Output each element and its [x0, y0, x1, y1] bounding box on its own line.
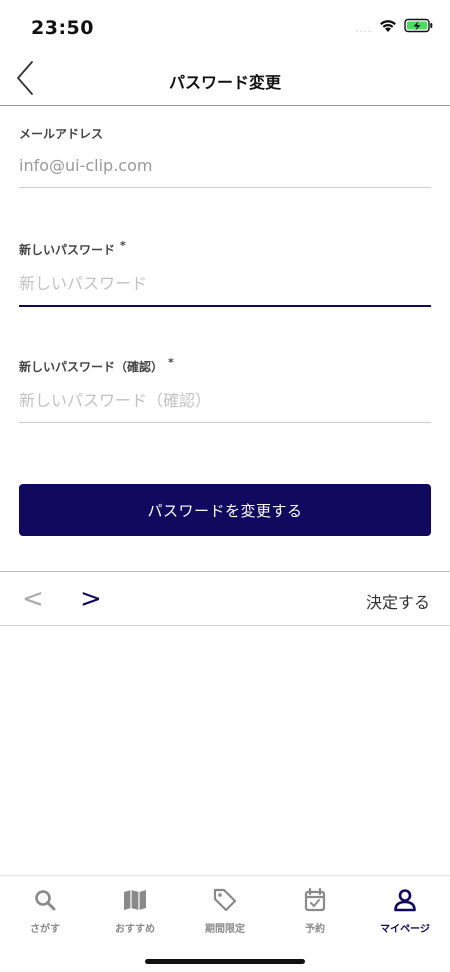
email-label-text: メールアドレス — [19, 127, 104, 141]
required-mark: * — [168, 356, 174, 369]
search-icon — [34, 886, 56, 914]
previous-field-button[interactable]: < — [22, 584, 44, 614]
nav-bar: パスワード変更 — [0, 54, 450, 106]
tab-recommend[interactable]: おすすめ — [90, 886, 180, 942]
status-bar: 23:50 .... — [0, 0, 450, 54]
confirm-password-field-group: 新しいパスワード（確認） * — [19, 356, 431, 423]
tab-limited-label: 期間限定 — [205, 924, 245, 935]
tag-icon — [212, 886, 238, 914]
tab-recommend-label: おすすめ — [115, 924, 155, 935]
email-field-group: メールアドレス — [19, 125, 431, 188]
status-time: 23:50 — [31, 17, 94, 39]
done-button[interactable]: 決定する — [366, 589, 430, 613]
tab-mypage-label: マイページ — [380, 924, 430, 935]
tab-reservation[interactable]: 予約 — [270, 886, 360, 942]
tab-search[interactable]: さがす — [0, 886, 90, 942]
new-password-input[interactable] — [19, 270, 431, 296]
confirm-password-label-text: 新しいパスワード（確認） — [19, 360, 164, 374]
map-icon — [123, 886, 147, 914]
wifi-icon — [378, 18, 398, 37]
tab-reservation-label: 予約 — [305, 924, 325, 935]
email-label: メールアドレス — [19, 125, 431, 142]
change-password-button[interactable]: パスワードを変更する — [19, 484, 431, 536]
new-password-label-text: 新しいパスワード — [19, 243, 116, 257]
keyboard-toolbar: < > 決定する — [0, 571, 450, 626]
next-field-button[interactable]: > — [80, 584, 102, 614]
confirm-password-underline — [19, 422, 431, 423]
tab-mypage[interactable]: マイページ — [360, 886, 450, 942]
battery-charging-icon — [404, 18, 434, 37]
new-password-field-group: 新しいパスワード * — [19, 239, 431, 307]
tab-bar: さがす おすすめ 期間限定 予約 マイページ — [0, 875, 450, 972]
tab-search-label: さがす — [30, 924, 60, 935]
page-title: パスワード変更 — [168, 73, 281, 92]
calendar-check-icon — [304, 886, 326, 914]
confirm-password-label: 新しいパスワード（確認） * — [19, 356, 431, 375]
new-password-label: 新しいパスワード * — [19, 239, 431, 258]
home-indicator — [145, 959, 305, 964]
tab-limited[interactable]: 期間限定 — [180, 886, 270, 942]
new-password-underline — [19, 305, 431, 307]
person-icon — [393, 886, 417, 914]
signal-icon: .... — [355, 23, 372, 35]
email-field[interactable] — [19, 152, 431, 178]
email-underline — [19, 187, 431, 188]
required-mark: * — [120, 239, 126, 252]
confirm-password-input[interactable] — [19, 387, 431, 413]
status-icons: .... — [355, 18, 434, 37]
